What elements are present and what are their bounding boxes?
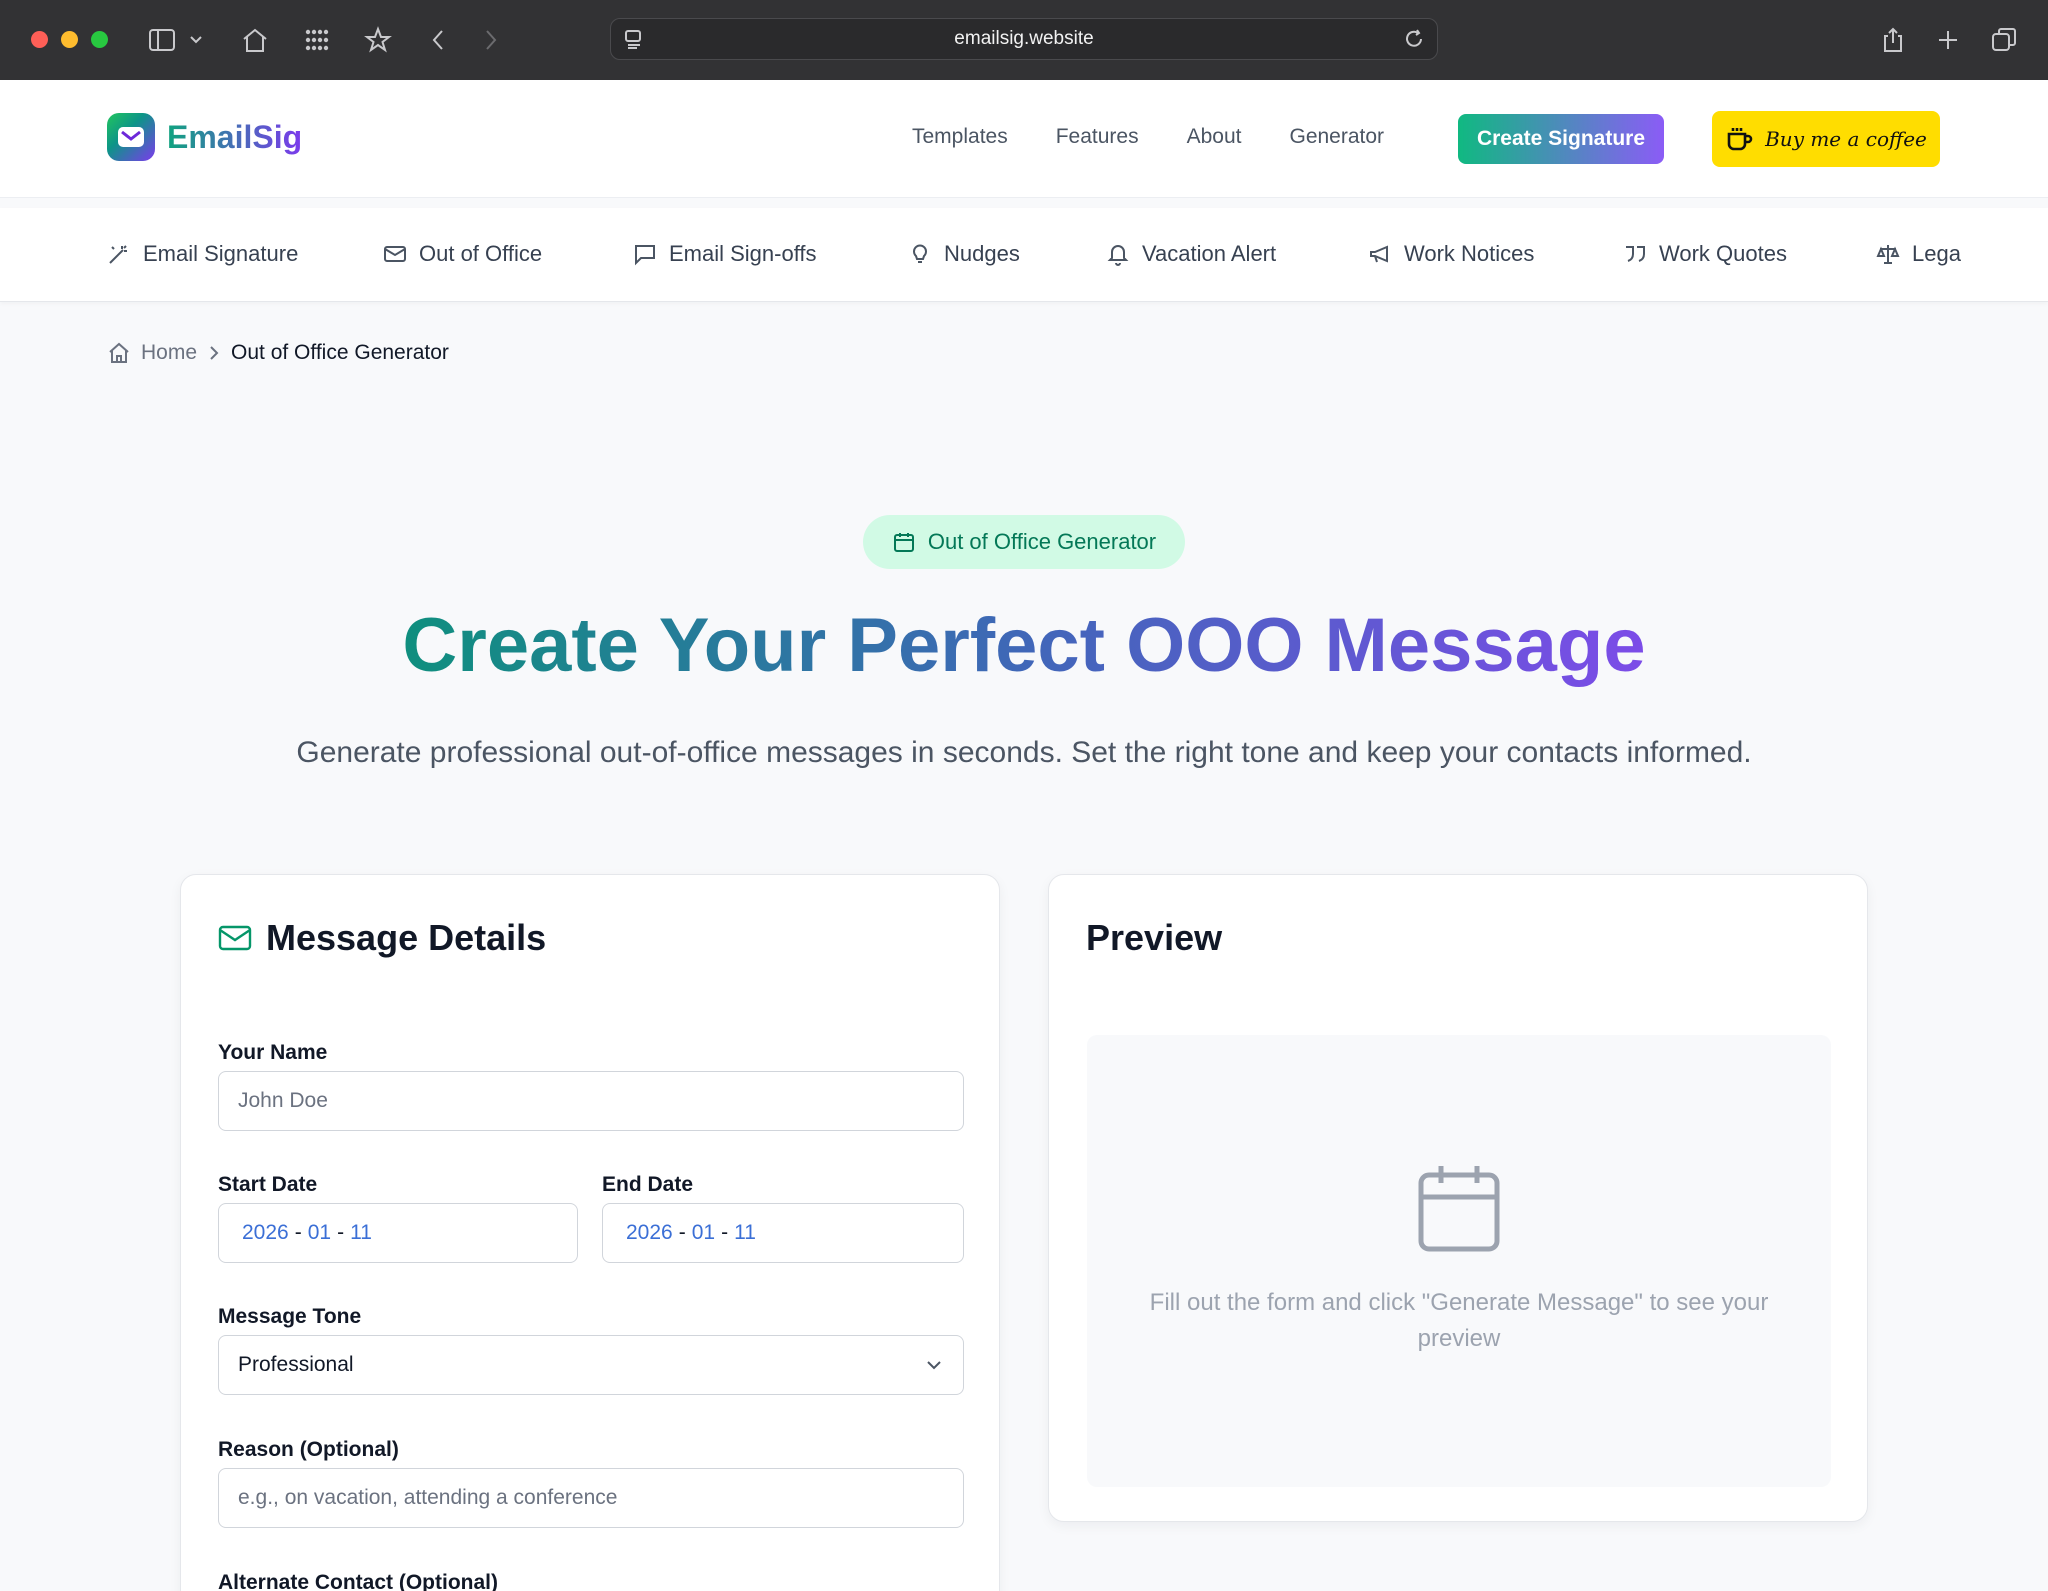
tone-label: Message Tone [218, 1305, 362, 1328]
sidebar-toggle-icon[interactable] [142, 20, 182, 60]
back-icon[interactable] [418, 20, 458, 60]
preview-title: Preview [1086, 917, 1223, 958]
start-date-label: Start Date [218, 1173, 318, 1196]
category-label: Vacation Alert [1142, 241, 1277, 266]
reason-placeholder: e.g., on vacation, attending a conferenc… [238, 1486, 618, 1509]
grid-icon[interactable] [297, 20, 337, 60]
lightbulb-icon [913, 244, 927, 263]
reload-icon[interactable] [1403, 28, 1425, 55]
preview-heading: Preview [1086, 917, 1222, 959]
category-vacation-alert[interactable]: Vacation Alert [1106, 241, 1276, 267]
wand-icon [109, 245, 127, 264]
home-icon[interactable] [235, 20, 275, 60]
address-bar[interactable]: emailsig.website [610, 18, 1438, 60]
category-label: Email Signature [143, 241, 299, 266]
site-logo[interactable]: EmailSig [107, 113, 302, 161]
category-out-of-office[interactable]: Out of Office [383, 241, 542, 267]
coffee-button-label: Buy me a coffee [1765, 127, 1927, 151]
start-year[interactable]: 2026 [242, 1221, 289, 1245]
badge-label: Out of Office Generator [927, 529, 1157, 554]
browser-toolbar: emailsig.website [0, 0, 2048, 80]
minimize-window-button[interactable] [61, 31, 78, 48]
tone-value: Professional [238, 1353, 354, 1376]
end-year[interactable]: 2026 [626, 1221, 673, 1245]
logo-text: EmailSig [167, 118, 303, 155]
chevron-right-icon [210, 346, 219, 360]
envelope-logo-icon [107, 113, 155, 161]
scale-icon [1876, 245, 1900, 264]
nav-about[interactable]: About [1187, 125, 1242, 149]
category-label: Out of Office [419, 241, 543, 266]
breadcrumb: Home Out of Office Generator [107, 341, 449, 365]
tab-overview-icon[interactable] [1984, 20, 2024, 60]
reason-label: Reason (Optional) [218, 1438, 399, 1461]
quote-icon [1626, 246, 1645, 262]
coffee-cup-icon [1727, 128, 1753, 151]
maximize-window-button[interactable] [91, 31, 108, 48]
category-work-notices[interactable]: Work Notices [1368, 241, 1534, 267]
category-label: Email Sign-offs [669, 241, 817, 266]
preview-empty-text: Fill out the form and click "Generate Me… [1149, 1289, 1769, 1352]
category-label: Work Notices [1404, 241, 1535, 266]
nav-features[interactable]: Features [1056, 125, 1139, 149]
end-date-label: End Date [602, 1173, 694, 1196]
new-tab-icon[interactable] [1928, 20, 1968, 60]
reason-input[interactable]: e.g., on vacation, attending a conferenc… [218, 1468, 964, 1528]
name-input[interactable]: John Doe [218, 1071, 964, 1131]
site-header: EmailSig Templates Features About Genera… [0, 80, 2048, 198]
category-email-signature[interactable]: Email Signature [107, 241, 298, 267]
category-nudges[interactable]: Nudges [908, 241, 1020, 267]
name-label: Your Name [218, 1041, 328, 1064]
close-window-button[interactable] [31, 31, 48, 48]
category-work-quotes[interactable]: Work Quotes [1623, 241, 1787, 267]
chat-icon [635, 245, 655, 266]
share-icon[interactable] [1873, 20, 1913, 60]
mail-icon [218, 925, 252, 951]
preview-empty-state: Fill out the form and click "Generate Me… [1087, 1035, 1831, 1487]
megaphone-icon [1370, 245, 1388, 263]
page-badge: Out of Office Generator [863, 515, 1185, 569]
bookmark-star-icon[interactable] [358, 20, 398, 60]
forward-icon[interactable] [471, 20, 511, 60]
category-nav: Email Signature Out of Office Email Sign… [0, 208, 2048, 302]
calendar-icon [893, 533, 914, 552]
breadcrumb-current: Out of Office Generator [231, 341, 449, 364]
tone-select[interactable]: Professional [218, 1335, 964, 1395]
name-placeholder: John Doe [238, 1089, 328, 1112]
home-icon [109, 342, 129, 363]
category-label: Work Quotes [1659, 241, 1787, 266]
start-month[interactable]: 01 [308, 1221, 331, 1245]
chevron-down-icon [925, 1356, 943, 1380]
create-signature-button[interactable]: Create Signature [1458, 114, 1664, 164]
buy-me-a-coffee-button[interactable]: Buy me a coffee [1712, 111, 1940, 167]
category-legal[interactable]: Lega [1876, 241, 1961, 267]
breadcrumb-home-link[interactable]: Home [141, 341, 197, 365]
category-label: Lega [1912, 241, 1961, 266]
preview-card: Preview Fill out the form and click "Gen… [1048, 874, 1868, 1522]
mail-icon [384, 246, 406, 262]
page-title: Create Your Perfect OOO Message [0, 602, 2048, 689]
message-details-title: Message Details [266, 917, 547, 958]
start-date-input[interactable]: 2026-01-11 [218, 1203, 578, 1263]
message-details-card: Message Details Your Name John Doe Start… [180, 874, 1000, 1591]
main-nav: Templates Features About Generator [912, 125, 1384, 149]
start-day[interactable]: 11 [350, 1221, 372, 1245]
bell-icon [1107, 245, 1129, 266]
alternate-contact-label: Alternate Contact (Optional) [218, 1571, 499, 1591]
end-month[interactable]: 01 [692, 1221, 715, 1245]
end-day[interactable]: 11 [734, 1221, 756, 1245]
nav-generator[interactable]: Generator [1289, 125, 1384, 149]
calendar-icon [1417, 1163, 1501, 1258]
url-text: emailsig.website [954, 28, 1094, 49]
chevron-down-icon[interactable] [183, 20, 209, 60]
page-subtitle: Generate professional out-of-office mess… [296, 736, 1752, 769]
end-date-input[interactable]: 2026-01-11 [602, 1203, 964, 1263]
page-settings-icon[interactable] [623, 28, 645, 55]
page-title-text: Create Your Perfect OOO Message [402, 603, 1646, 688]
nav-templates[interactable]: Templates [912, 125, 1008, 149]
message-details-heading: Message Details [218, 917, 546, 959]
category-label: Nudges [944, 241, 1020, 266]
category-email-sign-offs[interactable]: Email Sign-offs [633, 241, 817, 267]
